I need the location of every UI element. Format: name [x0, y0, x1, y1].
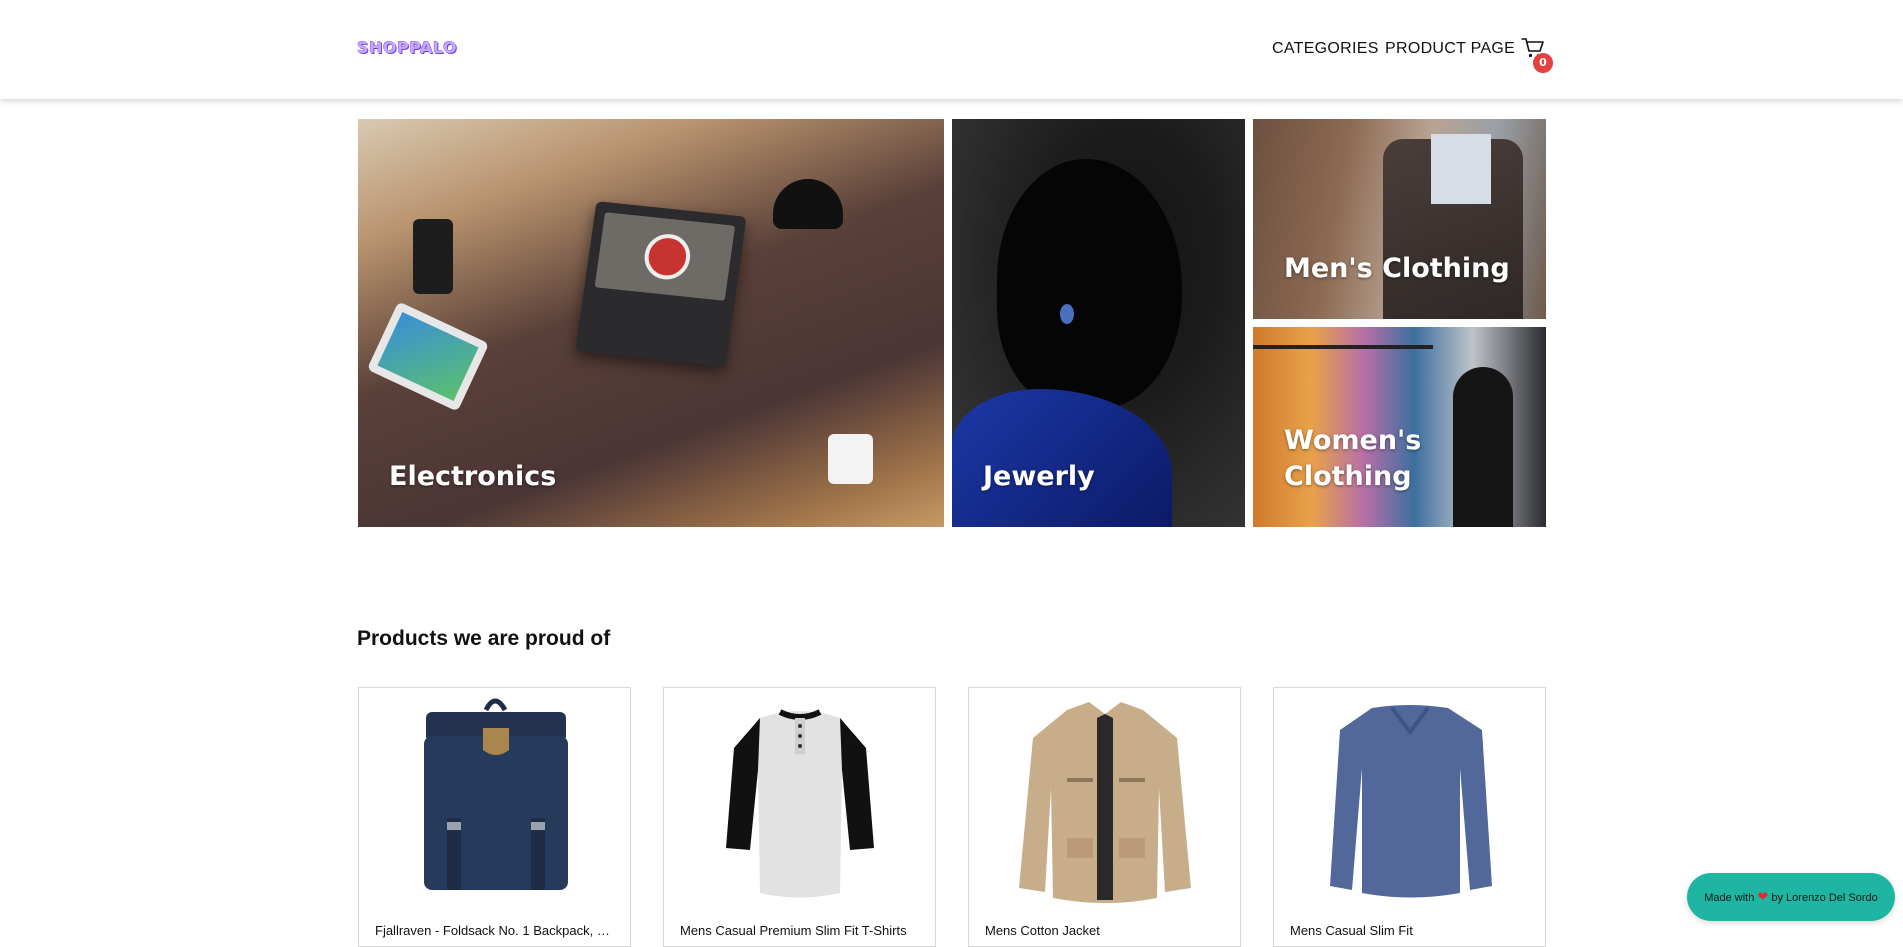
- product-card[interactable]: Mens Casual Slim Fit: [1273, 687, 1546, 947]
- site-header: SHOPPALO CATEGORIES PRODUCT PAGE 0: [0, 0, 1903, 99]
- jacket-graphic: [952, 389, 1172, 527]
- cart-count-badge: 0: [1533, 53, 1553, 73]
- category-label-electronics: Electronics: [389, 461, 557, 492]
- nav-product-page-link[interactable]: PRODUCT PAGE: [1385, 40, 1515, 58]
- products-section-title: Products we are proud of: [357, 627, 611, 650]
- made-with-prefix: Made with: [1704, 892, 1755, 904]
- backpack-image: [424, 698, 568, 890]
- category-label-jewelry: Jewerly: [983, 461, 1095, 492]
- category-label-womens-clothing: Women's Clothing: [1284, 425, 1422, 492]
- tablet-graphic: [366, 301, 490, 412]
- portrait-graphic: [997, 159, 1182, 409]
- category-tile-electronics[interactable]: Electronics: [358, 119, 944, 527]
- slim-fit-shirt-image: [1330, 705, 1492, 898]
- speaker-graphic: [413, 219, 453, 294]
- nav-categories-link[interactable]: CATEGORIES: [1272, 40, 1379, 58]
- heart-icon: ❤: [1757, 889, 1769, 904]
- cart-button[interactable]: 0: [1521, 37, 1553, 73]
- mug-graphic: [828, 434, 873, 484]
- product-card[interactable]: Mens Casual Premium Slim Fit T-Shirts: [663, 687, 936, 947]
- laptop-graphic: [575, 201, 747, 367]
- shirt-graphic: [1431, 134, 1491, 204]
- product-card[interactable]: Fjallraven - Foldsack No. 1 Backpack, Fi…: [358, 687, 631, 947]
- henley-shirt-image: [726, 709, 874, 898]
- product-card[interactable]: Mens Cotton Jacket: [968, 687, 1241, 947]
- cotton-jacket-image: [1019, 702, 1191, 903]
- lamp-graphic: [773, 179, 843, 229]
- earring-graphic: [1060, 304, 1074, 324]
- logo[interactable]: SHOPPALO: [357, 38, 457, 57]
- clothing-rack-graphic: [1253, 345, 1433, 349]
- category-tile-mens-clothing[interactable]: Men's Clothing: [1253, 119, 1546, 319]
- category-label-mens-clothing: Men's Clothing: [1284, 253, 1510, 284]
- category-tile-womens-clothing[interactable]: Women's Clothing: [1253, 327, 1546, 527]
- made-with-author: by Lorenzo Del Sordo: [1771, 892, 1878, 904]
- made-with-badge[interactable]: Made with ❤ by Lorenzo Del Sordo: [1687, 873, 1895, 921]
- category-tile-jewelry[interactable]: Jewerly: [952, 119, 1245, 527]
